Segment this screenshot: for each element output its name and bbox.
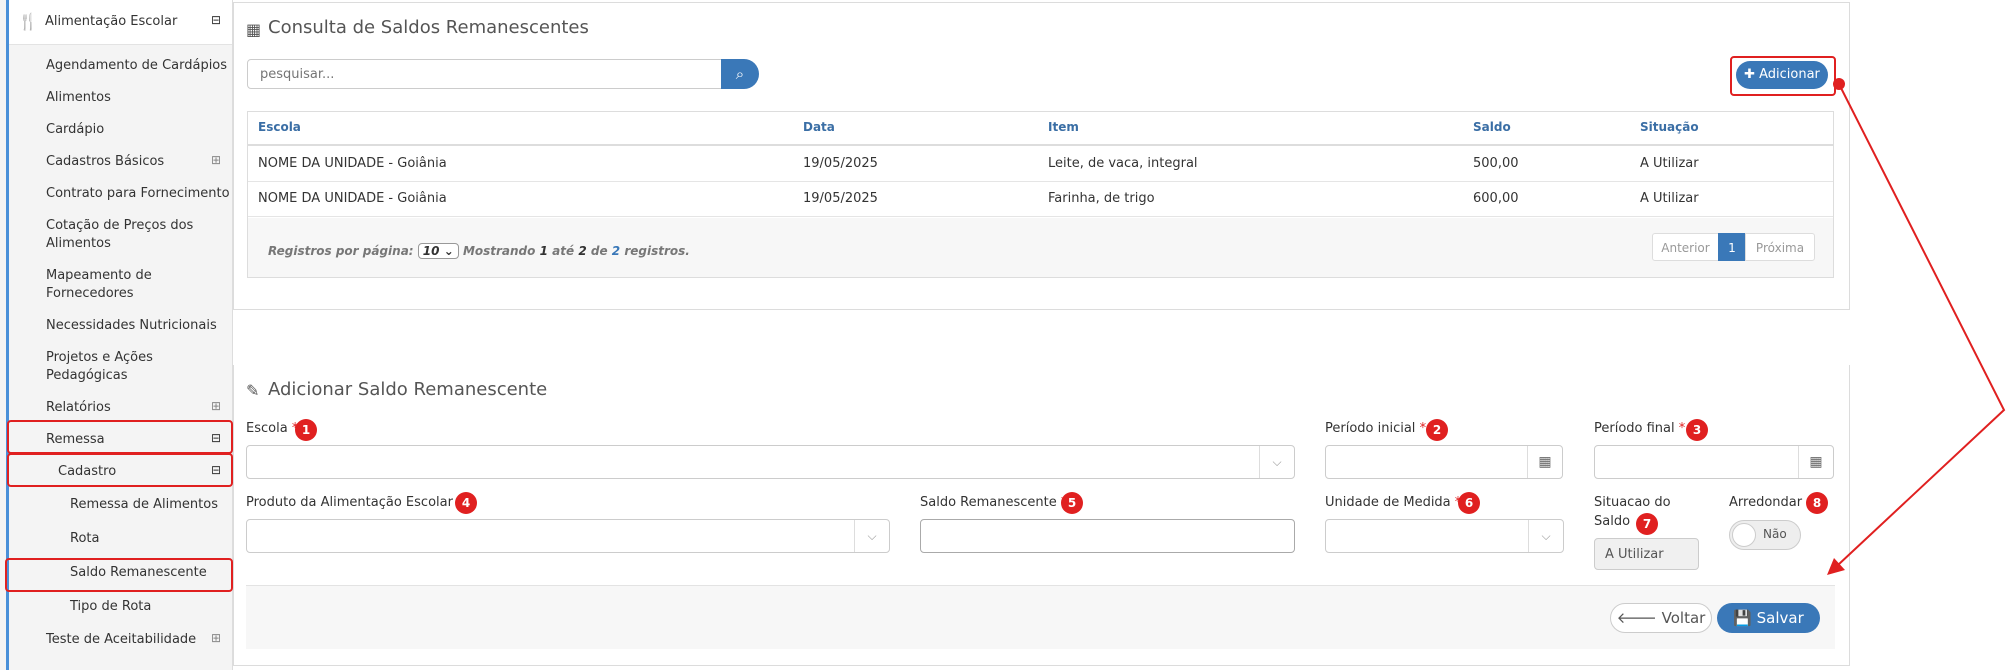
annotation-arrow	[1827, 78, 2006, 575]
